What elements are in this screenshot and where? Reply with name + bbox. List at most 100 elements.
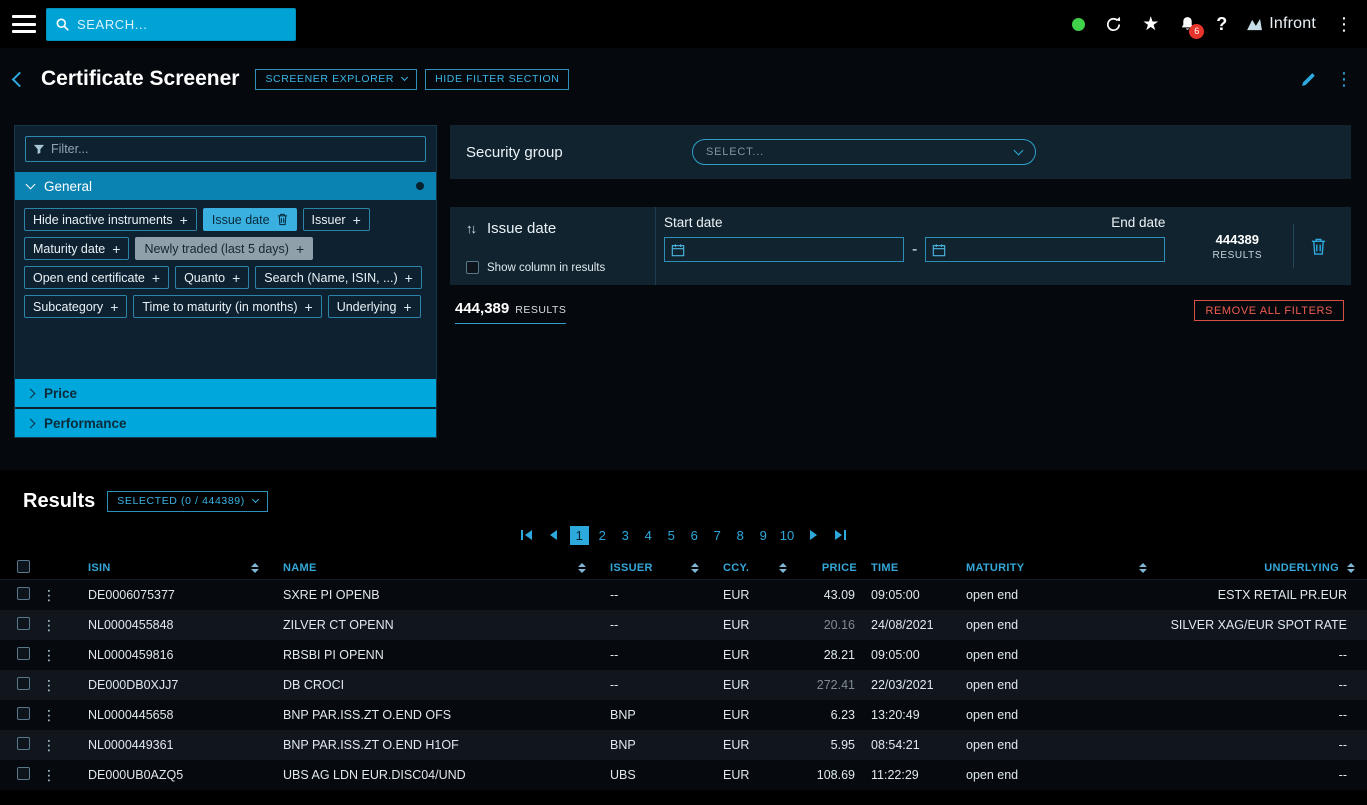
table-row[interactable]: ⋮DE000DB0XJJ7DB CROCI--EUR272.4122/03/20…: [0, 670, 1367, 700]
end-date-input[interactable]: [925, 237, 1165, 262]
sort-icon: [251, 563, 259, 573]
page-button-10[interactable]: 10: [777, 526, 797, 545]
search-input[interactable]: [77, 17, 287, 32]
page-button-4[interactable]: 4: [639, 526, 658, 545]
cell-isin: NL0000459816: [70, 648, 265, 662]
filter-chip-time-to-maturity-in-months[interactable]: Time to maturity (in months)+: [133, 295, 321, 318]
filter-search-box[interactable]: [25, 136, 426, 162]
header-overflow-menu-icon[interactable]: ⋮: [1335, 70, 1353, 88]
last-page-button[interactable]: [835, 530, 846, 540]
row-menu-icon[interactable]: ⋮: [42, 647, 56, 663]
trash-icon[interactable]: [277, 213, 288, 226]
hamburger-menu-icon[interactable]: [12, 15, 36, 33]
topbar-overflow-menu-icon[interactable]: ⋮: [1335, 15, 1353, 33]
plus-icon: +: [403, 299, 411, 315]
filter-chip-quanto[interactable]: Quanto+: [175, 266, 249, 289]
column-header-isin[interactable]: ISIN: [70, 562, 265, 574]
next-page-button[interactable]: [810, 530, 817, 540]
page-button-8[interactable]: 8: [731, 526, 750, 545]
reorder-sort-icon[interactable]: ↑↓: [466, 221, 475, 236]
back-button[interactable]: [12, 71, 28, 87]
table-row[interactable]: ⋮NL0000449361BNP PAR.ISS.ZT O.END H1OFBN…: [0, 730, 1367, 760]
security-group-select[interactable]: SELECT...: [692, 139, 1036, 165]
help-icon[interactable]: ?: [1216, 14, 1227, 35]
favorites-star-icon[interactable]: ★: [1142, 15, 1159, 34]
row-checkbox[interactable]: [17, 677, 30, 690]
row-checkbox[interactable]: [17, 647, 30, 660]
row-checkbox[interactable]: [17, 737, 30, 750]
filter-chip-search-name-isin[interactable]: Search (Name, ISIN, ...)+: [255, 266, 422, 289]
cell-maturity: open end: [958, 708, 1153, 722]
select-placeholder: SELECT...: [706, 146, 764, 158]
column-header-time[interactable]: TIME: [863, 562, 958, 574]
column-header-ccy[interactable]: CCY.: [705, 562, 793, 574]
plus-icon: +: [405, 270, 413, 286]
page-button-5[interactable]: 5: [662, 526, 681, 545]
page-button-6[interactable]: 6: [685, 526, 704, 545]
cell-underlying: --: [1153, 768, 1367, 782]
start-date-input[interactable]: [664, 237, 904, 262]
row-checkbox[interactable]: [17, 767, 30, 780]
page-button-1[interactable]: 1: [570, 526, 589, 545]
section-performance[interactable]: Performance: [15, 409, 436, 437]
table-row[interactable]: ⋮DE0006075377SXRE PI OPENB--EUR43.0909:0…: [0, 580, 1367, 610]
table-row[interactable]: ⋮NL0000459816RBSBI PI OPENN--EUR28.2109:…: [0, 640, 1367, 670]
plus-icon: +: [152, 270, 160, 286]
chevron-down-icon: [26, 180, 36, 190]
filter-input[interactable]: [51, 142, 418, 156]
row-menu-icon[interactable]: ⋮: [42, 677, 56, 693]
hide-filter-section-button[interactable]: HIDE FILTER SECTION: [425, 69, 569, 90]
page-button-7[interactable]: 7: [708, 526, 727, 545]
column-header-issuer[interactable]: ISSUER: [592, 562, 705, 574]
row-menu-icon[interactable]: ⋮: [42, 617, 56, 633]
row-menu-icon[interactable]: ⋮: [42, 767, 56, 783]
row-checkbox[interactable]: [17, 707, 30, 720]
column-header-price[interactable]: PRICE: [793, 562, 863, 574]
column-header-maturity[interactable]: MATURITY: [958, 562, 1153, 574]
filter-chip-issue-date[interactable]: Issue date: [203, 208, 297, 231]
global-search-box[interactable]: [46, 8, 296, 41]
table-row[interactable]: ⋮NL0000455848ZILVER CT OPENN--EUR20.1624…: [0, 610, 1367, 640]
column-header-underlying[interactable]: UNDERLYING: [1153, 562, 1367, 574]
cell-issuer: --: [592, 678, 705, 692]
row-checkbox[interactable]: [17, 587, 30, 600]
column-header-name[interactable]: NAME: [265, 562, 592, 574]
screener-explorer-dropdown[interactable]: SCREENER EXPLORER: [255, 69, 417, 90]
column-label: ISIN: [88, 562, 111, 574]
table-row[interactable]: ⋮NL0000445658BNP PAR.ISS.ZT O.END OFSBNP…: [0, 700, 1367, 730]
section-general[interactable]: General: [15, 172, 436, 200]
selected-dropdown[interactable]: SELECTED (0 / 444389): [107, 491, 268, 512]
refresh-icon[interactable]: [1104, 15, 1123, 34]
notifications-bell-icon[interactable]: 6: [1178, 15, 1197, 34]
filter-chip-open-end-certificate[interactable]: Open end certificate+: [24, 266, 169, 289]
section-price[interactable]: Price: [15, 379, 436, 407]
filter-chip-subcategory[interactable]: Subcategory+: [24, 295, 127, 318]
row-menu-icon[interactable]: ⋮: [42, 587, 56, 603]
remove-all-filters-button[interactable]: REMOVE ALL FILTERS: [1194, 300, 1344, 321]
total-count-value: 444,389: [455, 300, 509, 317]
filter-chip-newly-traded-last-5-days[interactable]: Newly traded (last 5 days)+: [135, 237, 313, 260]
column-label: TIME: [871, 562, 898, 574]
remove-issue-date-filter-icon[interactable]: [1294, 207, 1342, 285]
table-row[interactable]: ⋮DE000UB0AZQ5UBS AG LDN EUR.DISC04/UNDUB…: [0, 760, 1367, 790]
page-button-9[interactable]: 9: [754, 526, 773, 545]
filter-chip-underlying[interactable]: Underlying+: [328, 295, 421, 318]
cell-price: 28.21: [793, 648, 863, 662]
cell-issuer: --: [592, 618, 705, 632]
first-page-button[interactable]: [521, 530, 532, 540]
row-menu-icon[interactable]: ⋮: [42, 737, 56, 753]
filter-chip-hide-inactive-instruments[interactable]: Hide inactive instruments+: [24, 208, 197, 231]
checkbox-icon: [466, 261, 479, 274]
cell-underlying: --: [1153, 678, 1367, 692]
show-column-checkbox[interactable]: Show column in results: [466, 261, 639, 274]
row-checkbox[interactable]: [17, 617, 30, 630]
page-button-3[interactable]: 3: [616, 526, 635, 545]
select-all-checkbox[interactable]: [17, 560, 30, 573]
row-menu-icon[interactable]: ⋮: [42, 707, 56, 723]
prev-page-button[interactable]: [550, 530, 557, 540]
filter-chip-issuer[interactable]: Issuer+: [303, 208, 370, 231]
edit-pencil-icon[interactable]: [1300, 71, 1317, 88]
filter-chip-maturity-date[interactable]: Maturity date+: [24, 237, 129, 260]
chevron-right-icon: [26, 418, 36, 428]
page-button-2[interactable]: 2: [593, 526, 612, 545]
